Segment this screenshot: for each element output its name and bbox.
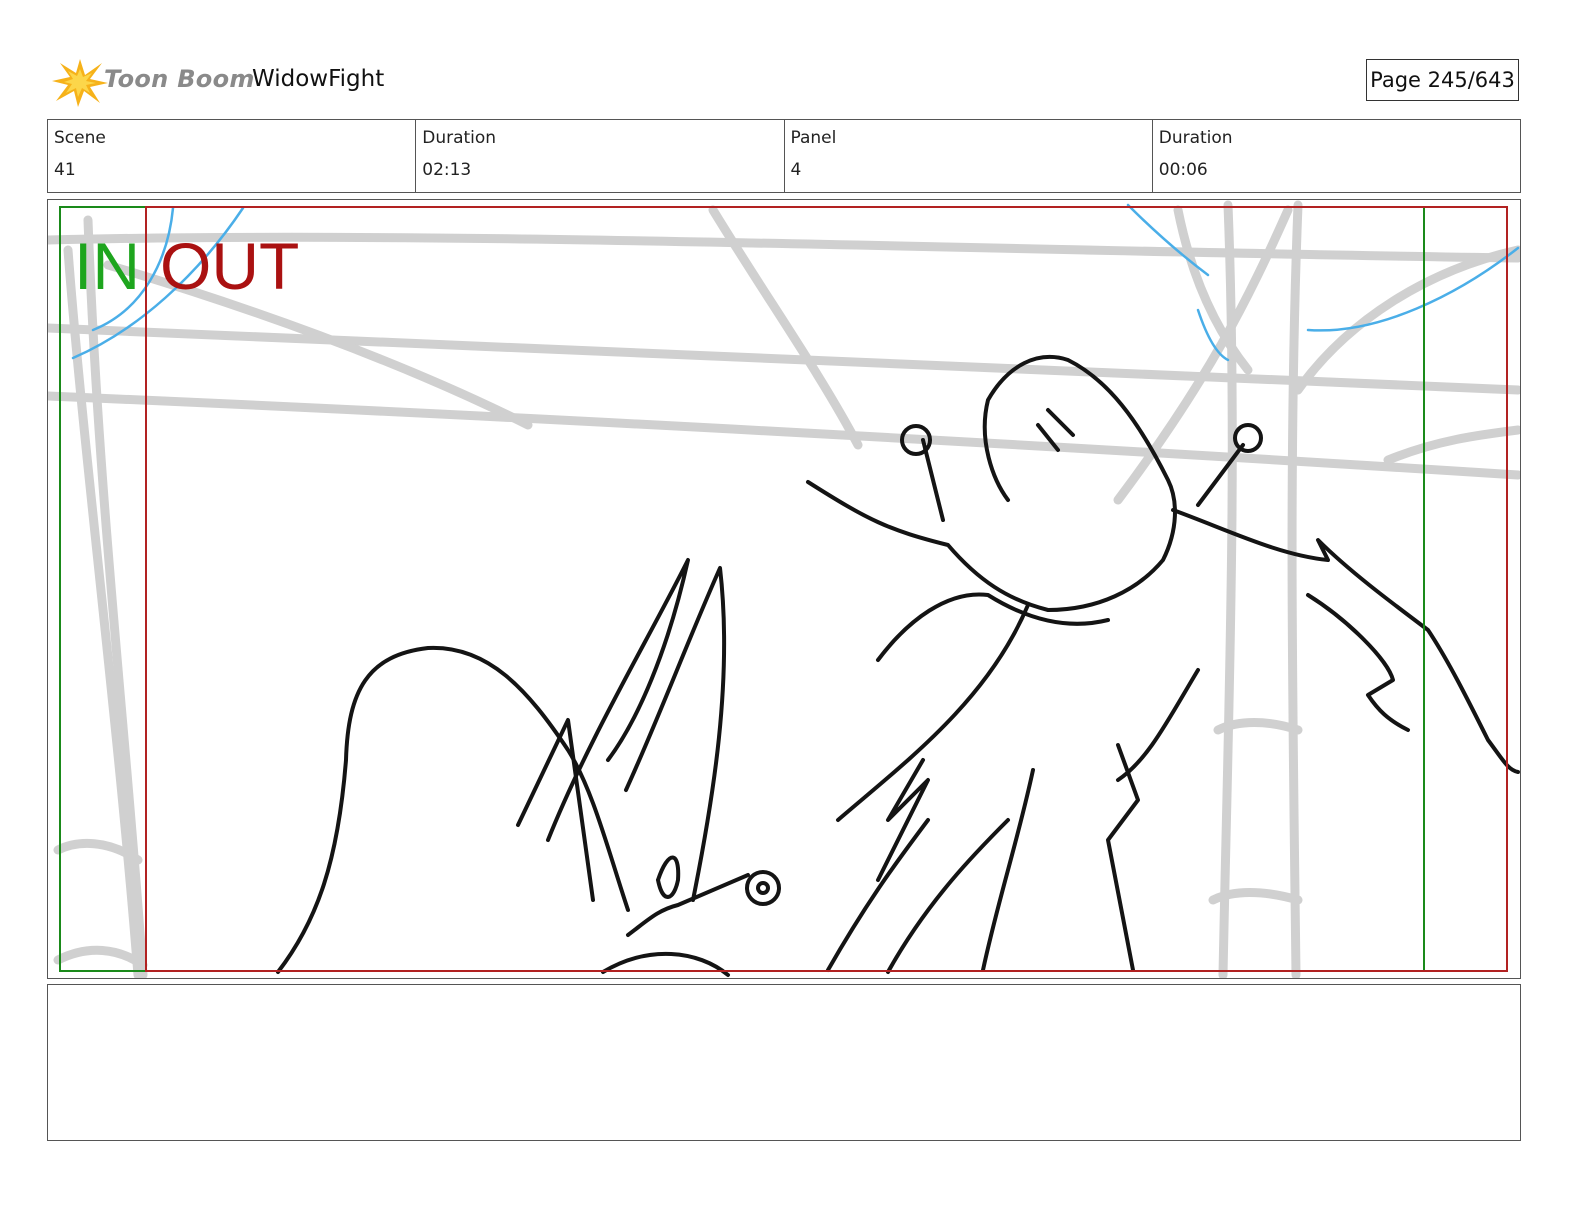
logo-wordmark: Toon Boom — [104, 65, 255, 93]
caption-box — [47, 984, 1521, 1141]
scene-duration-value: 02:13 — [422, 160, 472, 180]
panel-label: Panel — [790, 128, 837, 148]
background-sketch — [48, 200, 1520, 978]
panel-duration-value: 00:06 — [1158, 160, 1208, 180]
scene-label: Scene — [54, 128, 106, 148]
panel-duration-label: Duration — [1158, 128, 1233, 148]
scene-info-table: Scene 41 Duration 02:13 Panel 4 Duration… — [47, 119, 1521, 193]
toon-boom-logo: Toon Boom — [50, 55, 254, 109]
out-label: OUT — [160, 229, 300, 303]
info-cell-panel: Panel 4 — [783, 120, 1152, 192]
info-cell-panel-duration: Duration 00:06 — [1151, 120, 1520, 192]
scene-value: 41 — [54, 160, 76, 180]
panel-value: 4 — [790, 160, 802, 180]
scene-duration-label: Duration — [422, 128, 497, 148]
page-indicator: Page 245/643 — [1366, 59, 1519, 101]
info-cell-scene: Scene 41 — [48, 120, 415, 192]
project-title: WidowFight — [252, 66, 385, 92]
toon-boom-starburst-icon — [52, 59, 108, 107]
info-cell-scene-duration: Duration 02:13 — [415, 120, 783, 192]
character-sketch — [276, 354, 1520, 977]
in-label: IN — [74, 229, 140, 303]
panel-sketch — [48, 200, 1520, 978]
out-frame-border — [145, 206, 1508, 972]
storyboard-panel: IN OUT — [47, 199, 1521, 979]
